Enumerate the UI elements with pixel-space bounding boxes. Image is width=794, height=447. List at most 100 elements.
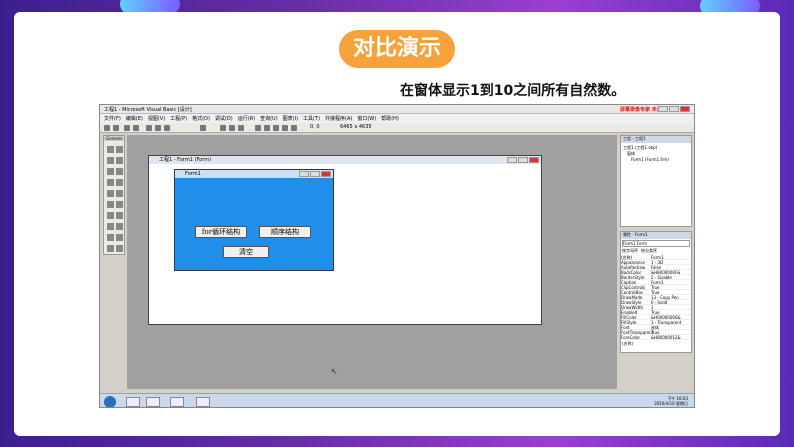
project-explorer: 工程 - 工程1 工程1 (工程1.vbp) 窗体 Form1 (Form1.f… [620,135,692,227]
menu-file[interactable]: 文件(F) [104,115,121,122]
tab-alphabetic[interactable]: 按字母序 [622,248,638,254]
shape-tool-icon[interactable] [107,234,114,241]
stop-icon[interactable] [238,125,244,131]
properties-icon[interactable] [264,125,270,131]
menu-bar: 文件(F) 编辑(E) 视图(V) 工程(P) 格式(O) 调试(D) 运行(R… [100,114,694,123]
menu-project[interactable]: 工程(P) [170,115,187,122]
menu-tools[interactable]: 工具(T) [303,115,320,122]
minimize-button[interactable] [299,171,309,177]
drivelist-tool-icon[interactable] [116,212,123,219]
menu-run[interactable]: 运行(R) [238,115,255,122]
form-designer-controls [507,157,539,163]
mouse-cursor-icon: ↖ [331,367,338,376]
dirlist-tool-icon[interactable] [107,223,114,230]
property-row[interactable]: ForeColor &H80000012& [621,335,691,340]
tree-item-form1[interactable]: Form1 (Form1.frm) [623,157,689,163]
maximize-button[interactable] [518,157,528,163]
project-explorer-icon[interactable] [255,125,261,131]
window-controls [658,106,690,112]
for-loop-button[interactable]: for循环结构 [195,226,247,238]
pause-icon[interactable] [229,125,235,131]
taskbar-recorder-icon[interactable] [196,397,210,407]
properties-title: 属性 - Form1 [621,232,691,239]
window-titlebar: 工程1 - Microsoft Visual Basic [设计] 屏幕录像专家… [100,105,694,114]
object-browser-icon[interactable] [282,125,288,131]
pointer-tool-icon[interactable] [107,146,114,153]
taskbar-vb-icon[interactable] [170,397,184,407]
properties-description: (名称) [622,341,634,346]
menu-debug[interactable]: 调试(D) [215,115,233,122]
taskbar-clock: 下午 16:03 2016/4/10 星期日 [654,396,688,406]
add-form-icon[interactable] [113,125,119,131]
toolbox-icon[interactable] [291,125,297,131]
menu-format[interactable]: 格式(O) [192,115,210,122]
vb-ide-screenshot: 工程1 - Microsoft Visual Basic [设计] 屏幕录像专家… [99,104,695,408]
frame-tool-icon[interactable] [107,168,114,175]
vscroll-tool-icon[interactable] [116,201,123,208]
menu-addins[interactable]: 外接程序(A) [325,115,352,122]
properties-list: (名称) Form1 Appearance 1 - 3D AutoRedraw Fal… [621,255,691,340]
close-button[interactable] [680,106,690,112]
size-readout: 6465 x 4635 [340,124,372,130]
line-tool-icon[interactable] [116,234,123,241]
add-project-icon[interactable] [104,125,110,131]
start-icon[interactable] [220,125,226,131]
open-icon[interactable] [124,125,130,131]
running-form-window[interactable]: Form1 for循环结构 顺序结构 清空 [174,169,334,271]
maximize-button[interactable] [669,106,679,112]
right-panels: 工程 - 工程1 工程1 (工程1.vbp) 窗体 Form1 (Form1.f… [620,135,692,389]
taskbar-ie-icon[interactable] [126,397,140,407]
checkbox-tool-icon[interactable] [107,179,114,186]
minimize-button[interactable] [658,106,668,112]
combobox-tool-icon[interactable] [107,190,114,197]
timer-tool-icon[interactable] [107,212,114,219]
close-button[interactable] [529,157,539,163]
running-form-controls [299,171,331,177]
object-selector[interactable]: Form1 Form [622,240,690,247]
textbox-tool-icon[interactable] [116,157,123,164]
close-button[interactable] [321,171,331,177]
menu-query[interactable]: 查询(U) [260,115,278,122]
clear-button[interactable]: 清空 [223,246,269,258]
label-tool-icon[interactable] [107,157,114,164]
clock-date: 2016/4/10 星期日 [654,401,688,406]
menu-help[interactable]: 帮助(H) [381,115,399,122]
toolbox-panel: General [103,135,125,255]
minimize-button[interactable] [507,157,517,163]
slide-subtitle: 在窗体显示1到10之间所有自然数。 [400,83,626,99]
filelist-tool-icon[interactable] [116,223,123,230]
toolbox-label: General [104,136,124,141]
toolbar: 0, 0 6465 x 4635 [100,123,694,133]
optionbutton-tool-icon[interactable] [116,179,123,186]
hscroll-tool-icon[interactable] [107,201,114,208]
sequential-button[interactable]: 顺序结构 [259,226,311,238]
slide-title-badge: 对比演示 [339,30,455,68]
project-tree: 工程1 (工程1.vbp) 窗体 Form1 (Form1.frm) [621,143,691,165]
menu-view[interactable]: 视图(V) [148,115,165,122]
commandbutton-tool-icon[interactable] [116,168,123,175]
design-area: 工程1 - Form1 (Form) Form1 for循环结构 顺序结构 清空… [127,135,617,389]
windows-taskbar: 下午 16:03 2016/4/10 星期日 [100,393,694,407]
menu-diagram[interactable]: 图表(I) [283,115,298,122]
tab-categorized[interactable]: 按分类序 [641,248,657,254]
window-title: 工程1 - Microsoft Visual Basic [设计] [104,107,192,113]
paste-icon[interactable] [164,125,170,131]
cut-icon[interactable] [146,125,152,131]
form-designer-title: 工程1 - Form1 (Form) [149,156,541,164]
picturebox-tool-icon[interactable] [116,146,123,153]
properties-tabs: 按字母序 按分类序 [622,248,690,254]
copy-icon[interactable] [155,125,161,131]
project-explorer-title: 工程 - 工程1 [621,136,691,143]
taskbar-explorer-icon[interactable] [146,397,160,407]
save-icon[interactable] [133,125,139,131]
menu-window[interactable]: 窗口(W) [357,115,376,122]
maximize-button[interactable] [310,171,320,177]
position-readout: 0, 0 [310,124,320,130]
data-tool-icon[interactable] [116,245,123,252]
form-layout-icon[interactable] [273,125,279,131]
start-button[interactable] [104,396,116,407]
undo-icon[interactable] [200,125,206,131]
image-tool-icon[interactable] [107,245,114,252]
listbox-tool-icon[interactable] [116,190,123,197]
menu-edit[interactable]: 编辑(E) [126,115,143,122]
